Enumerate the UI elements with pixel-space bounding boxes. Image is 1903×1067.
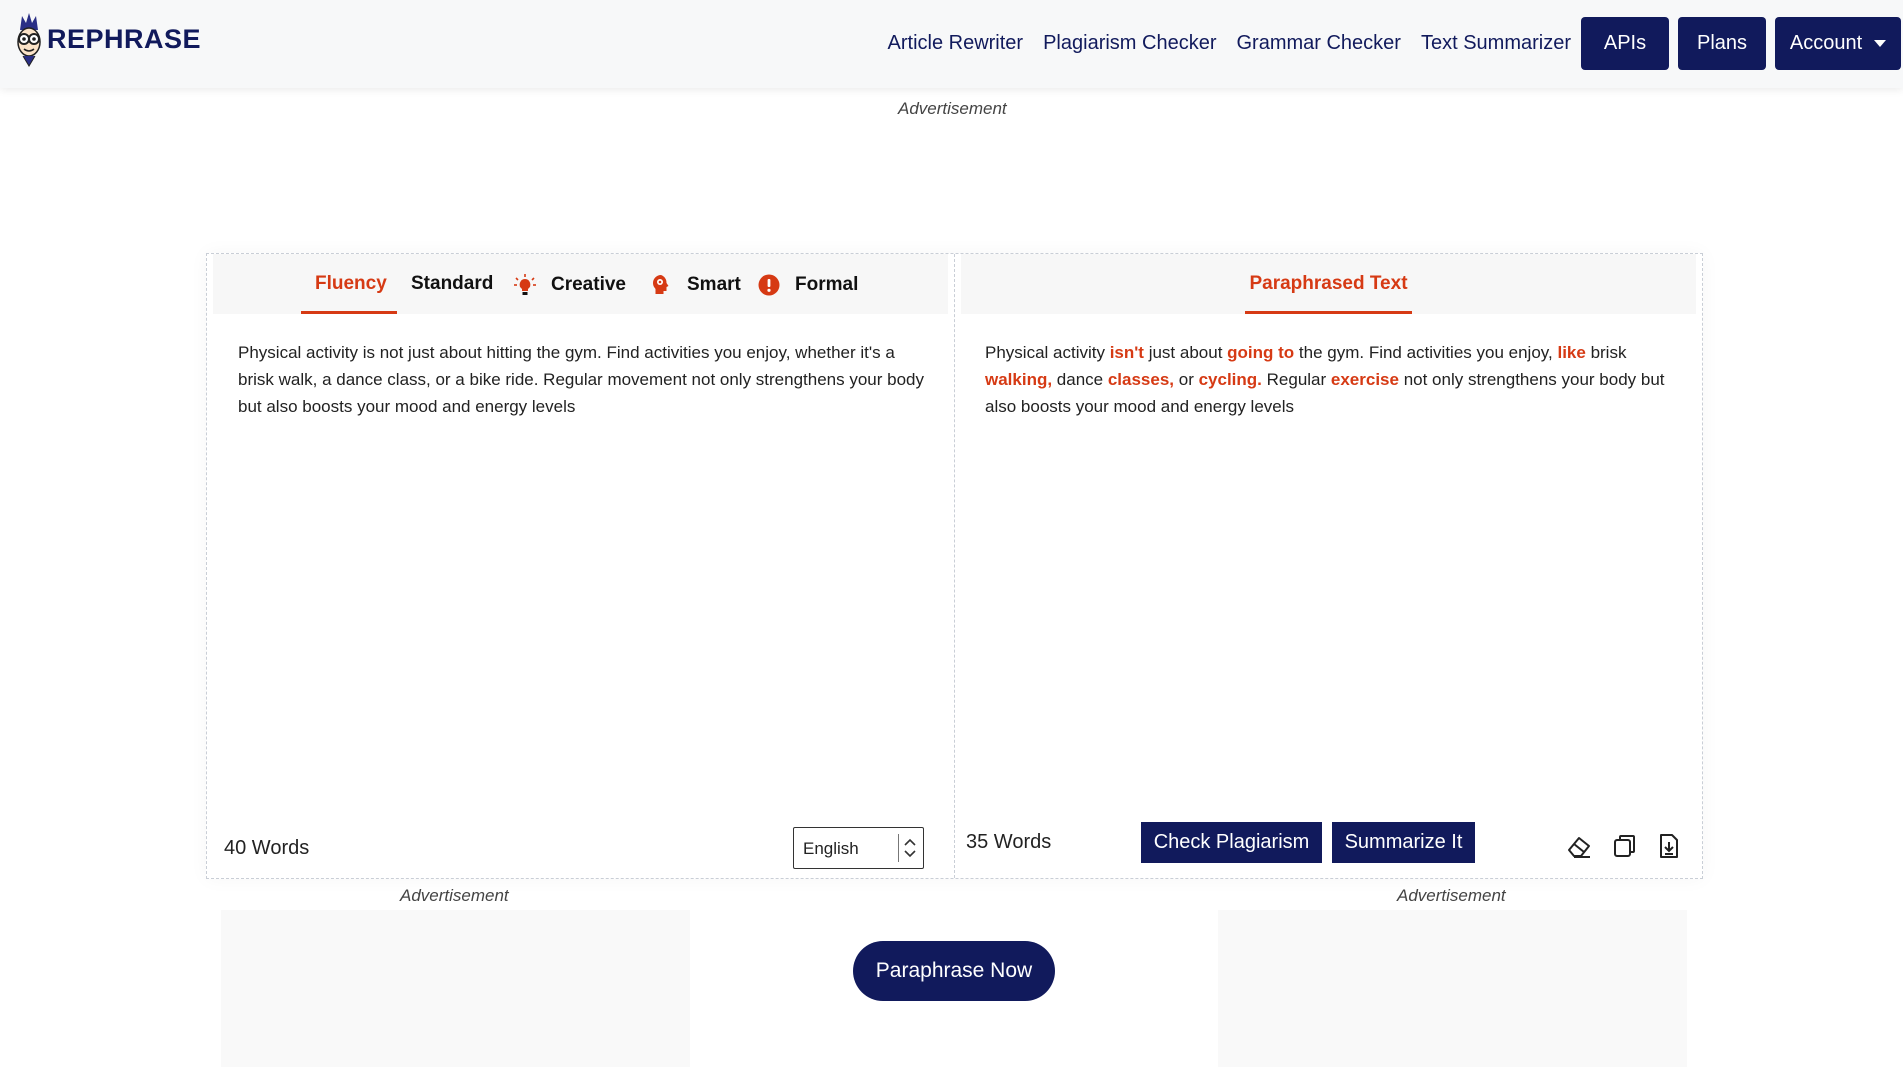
plans-label: Plans — [1696, 32, 1748, 54]
changed-word[interactable]: cycling. — [1199, 370, 1262, 389]
active-tab-underline — [301, 311, 397, 314]
tab-creative-label: Creative — [551, 274, 626, 295]
eraser-icon[interactable] — [1565, 832, 1593, 860]
output-segment: brisk — [1585, 343, 1627, 362]
copy-icon[interactable] — [1611, 832, 1639, 860]
apis-button[interactable]: APIs — [1581, 17, 1669, 70]
paraphrased-text-title: Paraphrased Text — [961, 273, 1696, 295]
paraphrased-text-label: Paraphrased Text — [1249, 273, 1408, 294]
check-plagiarism-button[interactable]: Check Plagiarism — [1141, 822, 1322, 863]
tab-fluency[interactable]: Fluency — [315, 273, 387, 295]
changed-word[interactable]: like — [1557, 343, 1585, 362]
brain-head-icon — [653, 275, 669, 294]
nav-text-summarizer[interactable]: Text Summarizer — [1421, 32, 1571, 55]
output-segment: or — [1174, 370, 1199, 389]
top-ad-label: Advertisement — [898, 99, 1007, 118]
paraphrase-tool: Fluency Standard Creative Smart Formal P… — [206, 253, 1703, 879]
input-pane: Fluency Standard Creative Smart Formal P… — [207, 254, 955, 878]
tab-smart-label: Smart — [687, 274, 741, 295]
output-segment: dance — [1052, 370, 1108, 389]
changed-word[interactable]: going to — [1227, 343, 1294, 362]
left-ad-label: Advertisement — [400, 886, 509, 905]
summarize-label: Summarize It — [1344, 831, 1463, 853]
output-word-count: 35 Words — [966, 831, 1052, 853]
output-segment: Regular — [1261, 370, 1331, 389]
up-down-chevron-icon — [898, 834, 916, 862]
logo[interactable]: REPHRASE — [14, 10, 201, 68]
changed-word[interactable]: isn't — [1110, 343, 1144, 362]
tab-formal[interactable]: Formal — [757, 273, 858, 297]
tab-standard-label: Standard — [411, 273, 494, 294]
tab-creative[interactable]: Creative — [513, 273, 626, 297]
output-text[interactable]: Physical activity isn't just about going… — [985, 339, 1675, 420]
right-ad-box — [1218, 910, 1687, 1067]
paraphrase-now-button[interactable]: Paraphrase Now — [853, 941, 1055, 1001]
input-word-count: 40 Words — [224, 837, 310, 859]
header-buttons: APIs Plans Account — [1581, 17, 1901, 70]
right-ad-label: Advertisement — [1397, 886, 1506, 905]
output-segment: Physical activity — [985, 343, 1110, 362]
output-tab-underline — [1245, 311, 1412, 314]
main-nav: Article Rewriter Plagiarism Checker Gram… — [888, 32, 1571, 55]
apis-label: APIs — [1603, 32, 1647, 54]
output-tabbar: Paraphrased Text — [961, 254, 1696, 314]
output-segment: just about — [1143, 343, 1228, 362]
tab-formal-label: Formal — [795, 274, 859, 295]
info-alert-icon — [758, 274, 780, 296]
account-label: Account — [1789, 32, 1863, 54]
language-select-value: English — [803, 839, 859, 858]
summarize-button[interactable]: Summarize It — [1332, 822, 1475, 863]
nav-grammar-checker[interactable]: Grammar Checker — [1236, 32, 1400, 55]
output-segment: the gym. Find activities you enjoy, — [1294, 343, 1558, 362]
input-textarea[interactable]: Physical activity is not just about hitt… — [238, 339, 928, 420]
check-plagiarism-label: Check Plagiarism — [1153, 831, 1310, 853]
left-ad-box — [221, 910, 690, 1067]
nerd-mascot-icon — [17, 13, 41, 67]
account-dropdown-button[interactable]: Account — [1775, 17, 1901, 70]
tab-fluency-label: Fluency — [315, 273, 387, 294]
lightbulb-icon — [514, 274, 536, 295]
tab-smart[interactable]: Smart — [649, 273, 741, 297]
paraphrase-now-label: Paraphrase Now — [875, 959, 1033, 982]
logo-text: REPHRASE — [47, 23, 202, 54]
nav-plagiarism-checker[interactable]: Plagiarism Checker — [1043, 32, 1216, 55]
nav-article-rewriter[interactable]: Article Rewriter — [888, 32, 1024, 55]
caret-down-icon — [1874, 40, 1887, 47]
tab-standard[interactable]: Standard — [411, 273, 493, 295]
site-header: REPHRASE Article Rewriter Plagiarism Che… — [0, 0, 1903, 88]
changed-word[interactable]: classes, — [1108, 370, 1174, 389]
changed-word[interactable]: walking, — [985, 370, 1052, 389]
plans-button[interactable]: Plans — [1678, 17, 1766, 70]
download-file-icon[interactable] — [1655, 832, 1683, 860]
mode-tabbar: Fluency Standard Creative Smart Formal — [213, 254, 948, 314]
output-pane: Paraphrased Text Physical activity isn't… — [955, 254, 1702, 878]
changed-word[interactable]: exercise — [1331, 370, 1399, 389]
language-select[interactable]: English — [793, 827, 924, 869]
